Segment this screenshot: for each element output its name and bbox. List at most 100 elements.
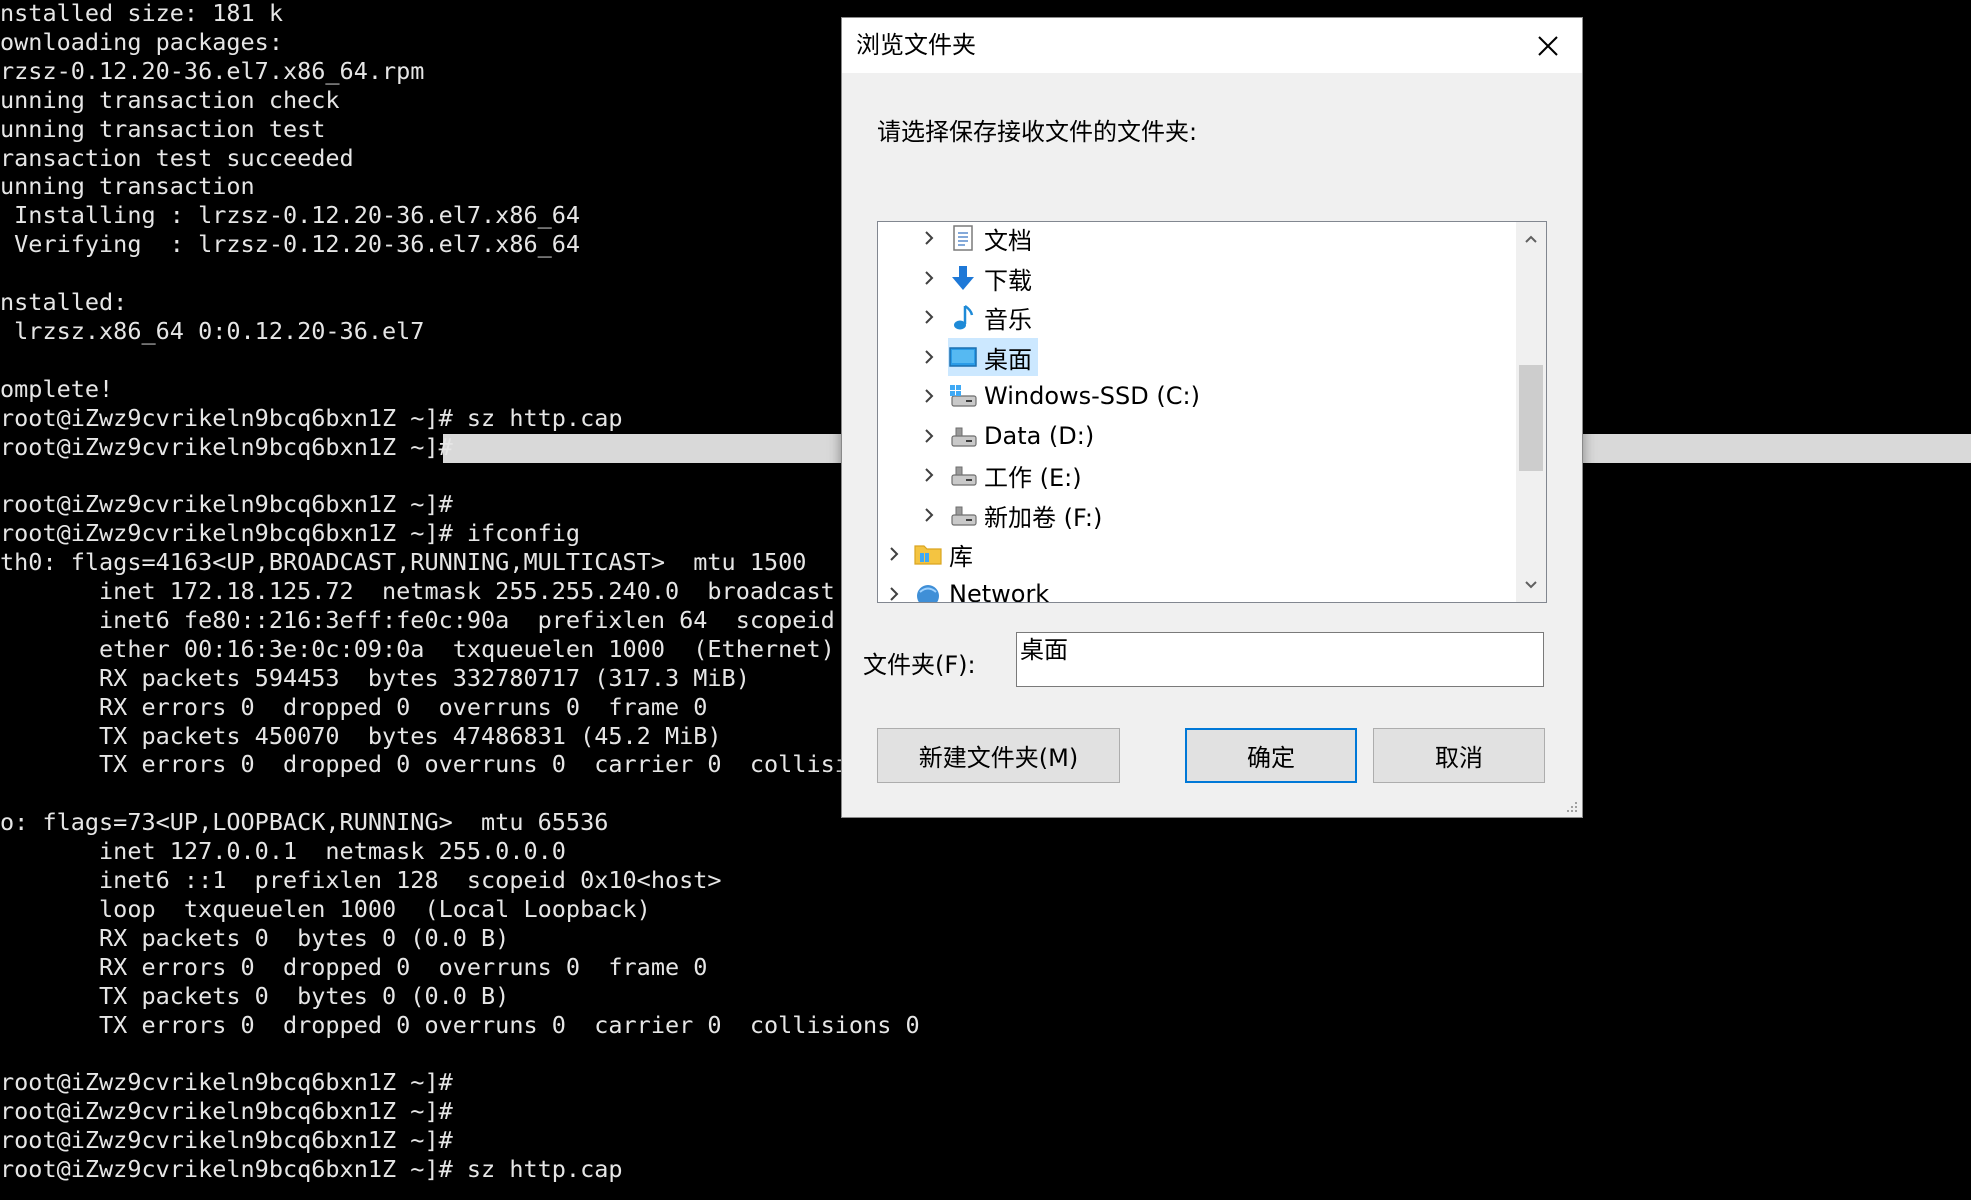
document-icon	[948, 223, 978, 253]
chevron-right-icon	[925, 350, 934, 364]
cancel-button[interactable]: 取消	[1373, 728, 1545, 783]
expand-button[interactable]	[918, 377, 940, 415]
terminal-line-text: inet 127.0.0.1 netmask 255.0.0.0	[0, 837, 566, 865]
tree-item-label: 音乐	[984, 305, 1032, 334]
terminal-line-text: Installing : lrzsz-0.12.20-36.el7.x86_64	[0, 201, 581, 229]
chevron-right-icon	[925, 231, 934, 245]
terminal-line: lrzsz.x86_64 0:0.12.20-36.el7	[0, 317, 424, 346]
terminal-line-text: root@iZwz9cvrikeln9bcq6bxn1Z ~]#	[0, 1126, 453, 1154]
chevron-right-icon	[925, 271, 934, 285]
terminal-line-text: ransaction test succeeded	[0, 144, 354, 172]
terminal-line-text: TX packets 450070 bytes 47486831 (45.2 M…	[0, 722, 722, 750]
terminal-line-text: root@iZwz9cvrikeln9bcq6bxn1Z ~]#	[0, 490, 453, 518]
folder-field-label: 文件夹(F):	[863, 651, 976, 679]
tree-item-label: Data (D:)	[984, 422, 1095, 450]
terminal-line: TX errors 0 dropped 0 overruns 0 carrier…	[0, 1011, 920, 1040]
resize-grip-icon[interactable]	[1563, 798, 1579, 814]
dialog-instruction: 请选择保存接收文件的文件夹:	[877, 118, 1198, 146]
expand-button[interactable]	[918, 298, 940, 336]
expand-button[interactable]	[918, 417, 940, 455]
terminal-line-text: TX packets 0 bytes 0 (0.0 B)	[0, 982, 510, 1010]
terminal-line-text: th0: flags=4163<UP,BROADCAST,RUNNING,MUL…	[0, 548, 807, 576]
terminal-line-text: RX errors 0 dropped 0 overruns 0 frame 0	[0, 953, 708, 981]
tree-item[interactable]: Network	[883, 575, 1049, 602]
terminal-line: nstalled:	[0, 288, 127, 317]
close-button[interactable]	[1514, 18, 1582, 73]
scroll-thumb[interactable]	[1519, 365, 1543, 471]
terminal-line: root@iZwz9cvrikeln9bcq6bxn1Z ~]# ifconfi…	[0, 519, 580, 548]
terminal-line-text: root@iZwz9cvrikeln9bcq6bxn1Z ~]# ifconfi…	[0, 519, 581, 547]
terminal-line: omplete!	[0, 375, 113, 404]
folder-name-input[interactable]: 桌面	[1016, 632, 1544, 687]
close-icon	[1538, 35, 1558, 56]
terminal-line: ether 00:16:3e:0c:09:0a txqueuelen 1000 …	[0, 635, 835, 664]
terminal-line-text: unning transaction	[0, 172, 255, 200]
tree-item[interactable]: 文档	[918, 222, 1032, 257]
music-note-icon	[948, 302, 978, 332]
tree-item[interactable]: 新加卷 (F:)	[918, 496, 1102, 534]
scroll-up-button[interactable]	[1516, 222, 1546, 256]
terminal-line-text: o: flags=73<UP,LOOPBACK,RUNNING> mtu 655…	[0, 808, 609, 836]
tree-item[interactable]: Data (D:)	[918, 417, 1094, 455]
drive-icon	[948, 500, 978, 530]
terminal-line: unning transaction check	[0, 86, 340, 115]
download-arrow-icon	[948, 263, 978, 293]
terminal-line: root@iZwz9cvrikeln9bcq6bxn1Z ~]# sz http…	[0, 404, 623, 433]
expand-button[interactable]	[918, 338, 940, 376]
terminal-line-text: ether 00:16:3e:0c:09:0a txqueuelen 1000 …	[0, 635, 835, 663]
terminal-line-text: root@iZwz9cvrikeln9bcq6bxn1Z ~]# sz http…	[0, 404, 623, 432]
expand-button[interactable]	[918, 222, 940, 257]
tree-item[interactable]: 音乐	[918, 298, 1032, 336]
tree-item-label: 工作 (E:)	[984, 463, 1082, 492]
drive-icon	[948, 421, 978, 451]
terminal-line-text: RX errors 0 dropped 0 overruns 0 frame 0	[0, 693, 708, 721]
terminal-line-text: lrzsz.x86_64 0:0.12.20-36.el7	[0, 317, 425, 345]
tree-scrollbar[interactable]	[1516, 222, 1546, 602]
terminal-line: th0: flags=4163<UP,BROADCAST,RUNNING,MUL…	[0, 548, 806, 577]
terminal-line: root@iZwz9cvrikeln9bcq6bxn1Z ~]#	[0, 1068, 453, 1097]
dialog-titlebar[interactable]: 浏览文件夹	[842, 18, 1582, 73]
terminal-line: root@iZwz9cvrikeln9bcq6bxn1Z ~]# sz http…	[0, 1155, 623, 1184]
expand-button[interactable]	[918, 259, 940, 297]
terminal-line: loop txqueuelen 1000 (Local Loopback)	[0, 895, 651, 924]
expand-button[interactable]	[918, 496, 940, 534]
terminal-line: inet 172.18.125.72 netmask 255.255.240.0…	[0, 577, 863, 606]
tree-item[interactable]: 桌面	[918, 338, 1038, 376]
terminal-line-text: RX packets 594453 bytes 332780717 (317.3…	[0, 664, 750, 692]
terminal-line-text: Verifying : lrzsz-0.12.20-36.el7.x86_64	[0, 230, 581, 258]
terminal-line: root@iZwz9cvrikeln9bcq6bxn1Z ~]#	[0, 490, 453, 519]
desktop-screen: nstalled size: 181 k ownloading packages:…	[0, 0, 1971, 1200]
new-folder-button[interactable]: 新建文件夹(M)	[877, 728, 1120, 783]
terminal-line: Installing : lrzsz-0.12.20-36.el7.x86_64	[0, 201, 580, 230]
terminal-line-text: unning transaction test	[0, 115, 326, 143]
terminal-line: TX packets 450070 bytes 47486831 (45.2 M…	[0, 722, 722, 751]
system-drive-icon	[948, 381, 978, 411]
terminal-line: root@iZwz9cvrikeln9bcq6bxn1Z ~]#	[0, 1126, 453, 1155]
tree-item[interactable]: Windows-SSD (C:)	[918, 377, 1200, 415]
terminal-line-text: inet6 ::1 prefixlen 128 scopeid 0x10<hos…	[0, 866, 722, 894]
terminal-line-text: root@iZwz9cvrikeln9bcq6bxn1Z ~]#	[0, 1097, 453, 1125]
terminal-line-text: nstalled size: 181 k	[0, 0, 283, 27]
chevron-right-icon	[925, 429, 934, 443]
tree-item[interactable]: 库	[883, 535, 973, 573]
tree-item-label: 文档	[984, 226, 1032, 255]
folder-tree[interactable]: 文档下载音乐桌面 Windows-SSD (C:) Data (D:) 工作 (E:)…	[877, 221, 1547, 603]
terminal-line: inet6 ::1 prefixlen 128 scopeid 0x10<hos…	[0, 866, 722, 895]
terminal-line-text: rzsz-0.12.20-36.el7.x86_64.rpm	[0, 57, 425, 85]
tree-item[interactable]: 工作 (E:)	[918, 456, 1082, 494]
terminal-line-text: root@iZwz9cvrikeln9bcq6bxn1Z ~]# sz http…	[0, 1155, 623, 1183]
terminal-line: RX packets 0 bytes 0 (0.0 B)	[0, 924, 509, 953]
terminal-line-text: root@iZwz9cvrikeln9bcq6bxn1Z ~]#	[0, 1068, 453, 1096]
scroll-down-button[interactable]	[1516, 568, 1546, 602]
expand-button[interactable]	[918, 456, 940, 494]
browse-folder-dialog: 浏览文件夹 请选择保存接收文件的文件夹: 文档 下载 音乐 桌面 Windows-SSD…	[841, 17, 1583, 818]
chevron-down-icon	[1525, 581, 1537, 589]
expand-button[interactable]	[883, 535, 905, 573]
tree-item-label: 库	[949, 542, 973, 571]
terminal-line-text: root@iZwz9cvrikeln9bcq6bxn1Z ~]#	[0, 433, 453, 461]
tree-item[interactable]: 下载	[918, 259, 1032, 297]
terminal-line-text: RX packets 0 bytes 0 (0.0 B)	[0, 924, 510, 952]
ok-button[interactable]: 确定	[1185, 728, 1357, 783]
expand-button[interactable]	[883, 575, 905, 602]
terminal-line: TX errors 0 dropped 0 overruns 0 carrier…	[0, 750, 863, 779]
